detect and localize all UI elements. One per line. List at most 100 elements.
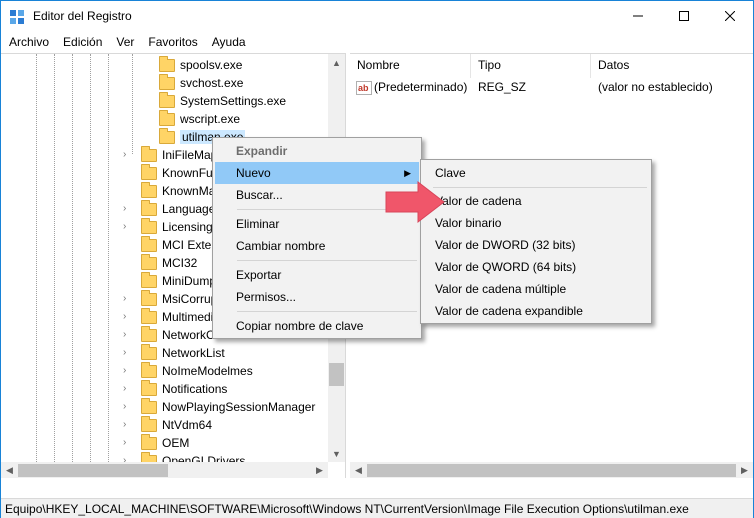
menu-bar: Archivo Edición Ver Favoritos Ayuda (1, 32, 753, 52)
column-header-type[interactable]: Tipo (478, 58, 501, 72)
tree-item[interactable]: › Notifications (123, 379, 228, 398)
scroll-right-arrow-icon[interactable]: ▶ (736, 462, 753, 478)
tree-guide-line (72, 54, 73, 464)
minimize-button[interactable] (615, 1, 661, 31)
tree-item-label: Notifications (162, 382, 228, 396)
tree-item[interactable]: › NowPlayingSessionManager (123, 397, 316, 416)
tree-item[interactable]: › Multimedia (123, 307, 220, 326)
tree-guide-line (36, 54, 37, 464)
tree-item-label: SystemSettings.exe (180, 94, 287, 108)
menu-edicion[interactable]: Edición (56, 32, 109, 52)
tree-item-label: NtVdm64 (162, 418, 213, 432)
submenu-item-expandable-string-value[interactable]: Valor de cadena expandible (423, 300, 649, 322)
tree-item-label: spoolsv.exe (180, 58, 243, 72)
expand-chevron-icon[interactable]: › (123, 366, 131, 376)
submenu-item-multi-string-value[interactable]: Valor de cadena múltiple (423, 278, 649, 300)
tree-item[interactable]: svchost.exe (159, 73, 244, 92)
expand-chevron-icon[interactable]: › (123, 150, 131, 160)
column-divider[interactable] (590, 54, 591, 78)
folder-icon (141, 325, 157, 342)
menu-item-export[interactable]: Exportar (215, 264, 419, 286)
folder-icon (141, 253, 157, 270)
column-header-name[interactable]: Nombre (357, 58, 400, 72)
tree-horizontal-scroll-thumb[interactable] (18, 464, 168, 477)
folder-icon (141, 379, 157, 396)
new-submenu: Clave Valor de cadena Valor binario Valo… (420, 159, 652, 324)
maximize-icon (679, 11, 689, 21)
folder-icon (141, 235, 157, 252)
registry-editor-icon (10, 10, 24, 24)
scroll-down-arrow-icon[interactable]: ▼ (328, 445, 345, 462)
menu-separator (433, 187, 647, 188)
status-path: Equipo\HKEY_LOCAL_MACHINE\SOFTWARE\Micro… (5, 502, 689, 516)
folder-icon (141, 433, 157, 450)
menu-favoritos[interactable]: Favoritos (141, 32, 204, 52)
menu-separator (237, 260, 417, 261)
submenu-item-key[interactable]: Clave (423, 162, 649, 184)
menu-ayuda[interactable]: Ayuda (205, 32, 253, 52)
maximize-button[interactable] (661, 1, 707, 31)
expand-chevron-icon[interactable]: › (123, 402, 131, 412)
tree-item[interactable]: SystemSettings.exe (159, 91, 287, 110)
expand-chevron-icon[interactable]: › (123, 312, 131, 322)
tree-item[interactable]: › OEM (123, 433, 190, 452)
minimize-icon (633, 15, 643, 17)
submenu-arrow-icon: ▶ (404, 167, 411, 178)
title-bar[interactable]: Editor del Registro (1, 1, 753, 31)
menu-ver[interactable]: Ver (109, 32, 141, 52)
expand-chevron-icon[interactable]: › (123, 204, 131, 214)
expand-chevron-icon[interactable]: › (123, 348, 131, 358)
folder-icon (141, 271, 157, 288)
folder-icon (141, 217, 157, 234)
folder-icon (141, 361, 157, 378)
expand-chevron-icon[interactable]: › (123, 384, 131, 394)
column-divider[interactable] (470, 54, 471, 78)
tree-item[interactable]: MCI32 (141, 253, 197, 272)
folder-icon (141, 199, 157, 216)
tree-guide-line (132, 54, 133, 154)
folder-icon (141, 343, 157, 360)
submenu-item-binary-value[interactable]: Valor binario (423, 212, 649, 234)
tree-vertical-scroll-thumb[interactable] (329, 363, 344, 386)
tree-item[interactable]: spoolsv.exe (159, 55, 243, 74)
string-value-icon: ab (356, 81, 372, 95)
menu-archivo[interactable]: Archivo (1, 32, 56, 52)
tree-item[interactable]: › NetworkList (123, 343, 225, 362)
tree-item-label: NoImeModelmes (162, 364, 253, 378)
scroll-left-arrow-icon[interactable]: ◀ (350, 462, 367, 478)
folder-icon (159, 127, 175, 144)
column-header-data[interactable]: Datos (598, 58, 629, 72)
tree-guide-line (54, 54, 55, 464)
tree-item-label: NetworkList (162, 346, 225, 360)
scroll-right-arrow-icon[interactable]: ▶ (311, 462, 328, 478)
tree-item-label: svchost.exe (180, 76, 244, 90)
expand-chevron-icon[interactable]: › (123, 438, 131, 448)
scroll-left-arrow-icon[interactable]: ◀ (1, 462, 18, 478)
tree-item-label: NowPlayingSessionManager (162, 400, 316, 414)
menu-item-expand[interactable]: Expandir (215, 140, 419, 162)
expand-chevron-icon[interactable]: › (123, 420, 131, 430)
red-arrow-icon (385, 180, 445, 224)
tree-item-label: OEM (162, 436, 190, 450)
submenu-item-dword-value[interactable]: Valor de DWORD (32 bits) (423, 234, 649, 256)
menu-item-copy-key-name[interactable]: Copiar nombre de clave (215, 315, 419, 337)
value-type: REG_SZ (478, 80, 527, 94)
expand-chevron-icon[interactable]: › (123, 294, 131, 304)
scroll-up-arrow-icon[interactable]: ▲ (328, 54, 345, 71)
tree-guide-line (90, 54, 91, 464)
folder-icon (159, 91, 175, 108)
tree-item[interactable]: wscript.exe (159, 109, 240, 128)
menu-item-rename[interactable]: Cambiar nombre (215, 235, 419, 257)
value-name[interactable]: (Predeterminado) (374, 80, 467, 94)
tree-item[interactable]: › NtVdm64 (123, 415, 213, 434)
submenu-item-string-value[interactable]: Valor de cadena (423, 190, 649, 212)
values-horizontal-scroll-thumb[interactable] (367, 464, 736, 477)
folder-icon (141, 397, 157, 414)
status-bar: Equipo\HKEY_LOCAL_MACHINE\SOFTWARE\Micro… (1, 498, 753, 518)
expand-chevron-icon[interactable]: › (123, 222, 131, 232)
close-button[interactable] (707, 1, 753, 31)
menu-item-permissions[interactable]: Permisos... (215, 286, 419, 308)
submenu-item-qword-value[interactable]: Valor de QWORD (64 bits) (423, 256, 649, 278)
tree-item[interactable]: › NoImeModelmes (123, 361, 253, 380)
expand-chevron-icon[interactable]: › (123, 330, 131, 340)
